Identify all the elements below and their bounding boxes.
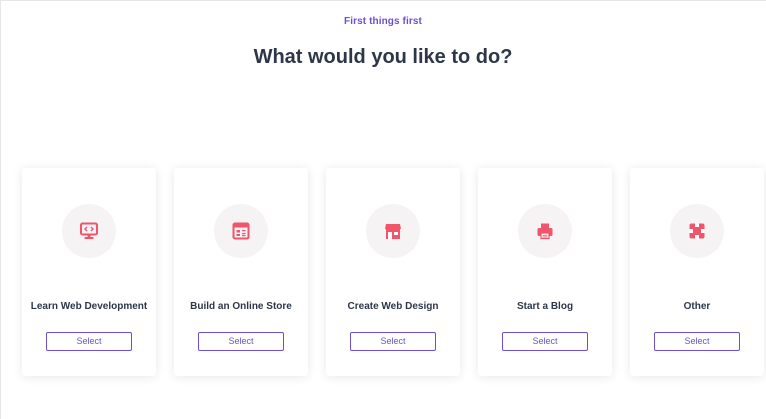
option-card-start-a-blog[interactable]: Start a Blog Select: [478, 168, 612, 376]
frame-border-top: [0, 0, 766, 1]
onboarding-page: First things first What would you like t…: [0, 0, 766, 419]
page-title: What would you like to do?: [253, 46, 513, 68]
option-label: Build an Online Store: [190, 301, 292, 312]
option-card-create-web-design[interactable]: Create Web Design Select: [326, 168, 460, 376]
option-cards: Learn Web Development Select Build an On…: [22, 168, 766, 376]
shop-awning-icon: [385, 224, 401, 239]
option-icon-wrapper: [214, 204, 268, 258]
select-button-other[interactable]: Select: [654, 332, 740, 351]
puzzle-icon: [689, 223, 705, 239]
option-card-build-online-store[interactable]: Build an Online Store Select: [174, 168, 308, 376]
option-card-learn-web-development[interactable]: Learn Web Development Select: [22, 168, 156, 376]
option-icon-wrapper: [62, 204, 116, 258]
option-label: Create Web Design: [347, 301, 439, 312]
option-icon-wrapper: [670, 204, 724, 258]
option-label: Start a Blog: [516, 301, 574, 312]
option-card-other[interactable]: Other Select: [630, 168, 764, 376]
printer-icon: [537, 223, 553, 240]
eyebrow-text: First things first: [344, 16, 422, 27]
monitor-code-icon: [80, 222, 98, 239]
option-icon-wrapper: [366, 204, 420, 258]
option-label: Learn Web Development: [30, 301, 148, 312]
select-button-build-online-store[interactable]: Select: [198, 332, 284, 351]
select-button-start-a-blog[interactable]: Select: [502, 332, 588, 351]
option-label: Other: [683, 301, 711, 312]
select-button-create-web-design[interactable]: Select: [350, 332, 436, 351]
select-button-learn-web-development[interactable]: Select: [46, 332, 132, 351]
option-icon-wrapper: [518, 204, 572, 258]
store-window-icon: [232, 222, 250, 240]
